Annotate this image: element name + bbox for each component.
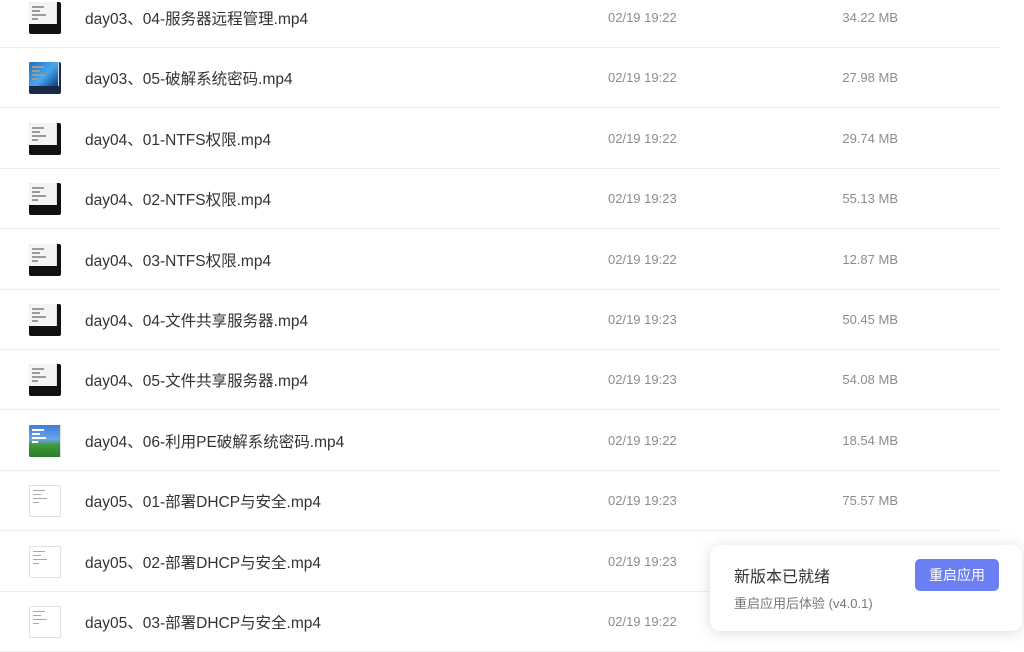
file-date: 02/19 19:23: [608, 493, 677, 509]
file-size: 27.98 MB: [842, 70, 898, 86]
file-name[interactable]: day04、04-文件共享服务器.mp4: [85, 309, 308, 331]
file-name[interactable]: day05、03-部署DHCP与安全.mp4: [85, 611, 321, 633]
file-name[interactable]: day04、06-利用PE破解系统密码.mp4: [85, 430, 344, 452]
file-name[interactable]: day04、01-NTFS权限.mp4: [85, 128, 271, 150]
toast-subtitle: 重启应用后体验 (v4.0.1): [734, 596, 873, 611]
file-size: 54.08 MB: [842, 372, 898, 388]
video-thumbnail-screen-icon: [29, 304, 61, 336]
video-thumbnail-xp-icon: [29, 424, 61, 457]
file-size: 34.22 MB: [842, 10, 898, 25]
video-thumbnail-screen-icon: [29, 2, 61, 34]
file-row[interactable]: day04、05-文件共享服务器.mp4 02/19 19:23 54.08 MB: [0, 350, 1000, 411]
toast-title: 新版本已就绪: [734, 569, 831, 586]
file-name[interactable]: day04、02-NTFS权限.mp4: [85, 188, 271, 210]
video-thumbnail-document-icon: [29, 545, 61, 578]
file-row[interactable]: day03、04-服务器远程管理.mp4 02/19 19:22 34.22 MB: [0, 0, 1000, 48]
file-date: 02/19 19:22: [608, 432, 677, 448]
file-name[interactable]: day03、05-破解系统密码.mp4: [85, 67, 293, 89]
file-row[interactable]: day04、06-利用PE破解系统密码.mp4 02/19 19:22 18.54 …: [0, 411, 1000, 471]
file-name[interactable]: day04、03-NTFS权限.mp4: [85, 249, 271, 271]
video-thumbnail-desktop-icon: [29, 62, 61, 95]
file-date: 02/19 19:22: [608, 70, 677, 86]
video-thumbnail-screen-icon: [29, 122, 61, 155]
file-date: 02/19 19:23: [608, 553, 677, 569]
file-row[interactable]: day04、02-NTFS权限.mp4 02/19 19:23 55.13 MB: [0, 169, 1000, 230]
file-date: 02/19 19:22: [608, 614, 677, 629]
update-toast: 新版本已就绪 重启应用后体验 (v4.0.1) 重启应用: [710, 545, 1022, 631]
video-thumbnail-screen-icon: [29, 243, 61, 276]
restart-app-button[interactable]: 重启应用: [915, 559, 999, 591]
file-name[interactable]: day05、01-部署DHCP与安全.mp4: [85, 490, 321, 512]
file-size: 12.87 MB: [842, 251, 898, 267]
video-thumbnail-screen-icon: [29, 183, 61, 216]
file-date: 02/19 19:23: [608, 312, 677, 327]
file-size: 55.13 MB: [842, 191, 898, 207]
file-size: 18.54 MB: [842, 432, 898, 448]
file-name[interactable]: day03、04-服务器远程管理.mp4: [85, 7, 308, 29]
file-row[interactable]: day04、04-文件共享服务器.mp4 02/19 19:23 50.45 MB: [0, 290, 1000, 350]
file-size: 75.57 MB: [842, 493, 898, 509]
file-date: 02/19 19:23: [608, 191, 677, 207]
file-date: 02/19 19:22: [608, 130, 677, 146]
file-row[interactable]: day03、05-破解系统密码.mp4 02/19 19:22 27.98 MB: [0, 48, 1000, 109]
file-date: 02/19 19:22: [608, 10, 677, 25]
video-thumbnail-document-icon: [29, 606, 61, 638]
file-size: 29.74 MB: [842, 130, 898, 146]
file-row[interactable]: day04、01-NTFS权限.mp4 02/19 19:22 29.74 MB: [0, 109, 1000, 169]
file-name[interactable]: day04、05-文件共享服务器.mp4: [85, 369, 308, 391]
file-date: 02/19 19:22: [608, 251, 677, 267]
video-thumbnail-document-icon: [29, 485, 61, 518]
file-size: 50.45 MB: [842, 312, 898, 327]
file-row[interactable]: day04、03-NTFS权限.mp4 02/19 19:22 12.87 MB: [0, 230, 1000, 290]
file-name[interactable]: day05、02-部署DHCP与安全.mp4: [85, 551, 321, 573]
file-date: 02/19 19:23: [608, 372, 677, 388]
video-thumbnail-screen-icon: [29, 364, 61, 397]
file-row[interactable]: day05、01-部署DHCP与安全.mp4 02/19 19:23 75.57 M…: [0, 471, 1000, 532]
